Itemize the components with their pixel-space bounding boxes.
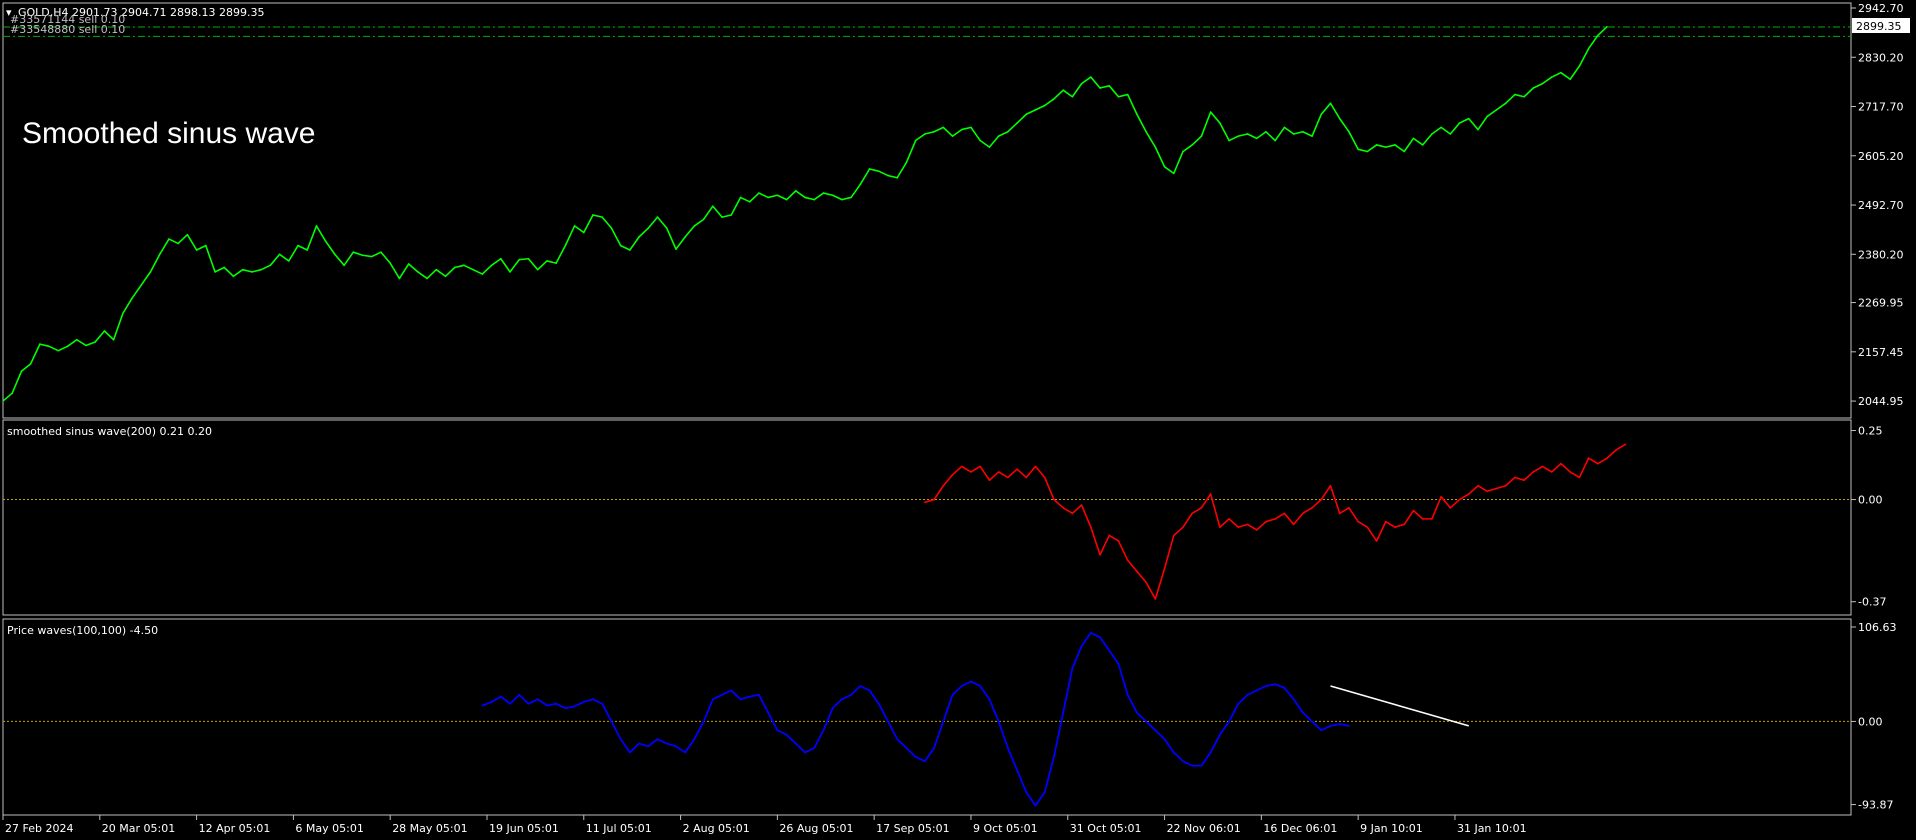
price-tick-label: 2157.45 [1858, 346, 1904, 359]
waves-tick-label: 0.00 [1858, 715, 1883, 728]
waves-pane-title: Price waves(100,100) -4.50 [7, 624, 158, 637]
sinus-tick-label: 0.25 [1858, 425, 1883, 438]
annotation-text: Smoothed sinus wave [22, 117, 316, 150]
time-tick-label: 26 Aug 05:01 [779, 822, 853, 835]
time-tick-label: 16 Dec 06:01 [1263, 822, 1337, 835]
waves-tick-label: 106.63 [1858, 621, 1897, 634]
price-tick-label: 2605.20 [1858, 150, 1904, 163]
time-tick-label: 20 Mar 05:01 [102, 822, 175, 835]
price-segment [518, 257, 530, 261]
time-tick-label: 31 Oct 05:01 [1070, 822, 1142, 835]
price-tick-label: 2044.95 [1858, 395, 1904, 408]
time-tick-label: 9 Oct 05:01 [973, 822, 1038, 835]
waves-tick-label: -93.87 [1858, 799, 1893, 812]
sinus-tick-label: 0.00 [1858, 494, 1883, 507]
time-tick-label: 19 Jun 05:01 [489, 822, 559, 835]
chart-svg[interactable]: GOLD,H4 2901.73 2904.71 2898.13 2899.35 … [0, 0, 1916, 840]
waves-pane-frame [2, 618, 1852, 816]
price-tick-label: 2269.95 [1858, 297, 1904, 310]
time-tick-label: 17 Sep 05:01 [876, 822, 949, 835]
waves-axis-ticks: 106.63 0.00 -93.87 [1851, 621, 1897, 812]
sinus-pane-frame [2, 419, 1852, 616]
sinus-pane-title: smoothed sinus wave(200) 0.21 0.20 [7, 425, 212, 438]
time-tick-label: 9 Jan 10:01 [1360, 822, 1423, 835]
time-tick-label: 31 Jan 10:01 [1457, 822, 1527, 835]
time-tick-label: 22 Nov 06:01 [1167, 822, 1241, 835]
price-tick-label: 2380.20 [1858, 248, 1904, 261]
order-label-2: #33548880 sell 0.10 [10, 23, 125, 36]
price-pane-frame [2, 2, 1852, 419]
time-tick-label: 2 Aug 05:01 [683, 822, 750, 835]
price-tick-label: 2717.70 [1858, 101, 1904, 114]
chart-window[interactable]: GOLD,H4 2901.73 2904.71 2898.13 2899.35 … [0, 0, 1916, 840]
time-axis: 27 Feb 2024 20 Mar 05:01 12 Apr 05:01 6 May… [2, 815, 1527, 835]
time-tick-label: 11 Jul 05:01 [586, 822, 652, 835]
price-tick-label: 2830.20 [1858, 51, 1904, 64]
sinus-axis-ticks: 0.25 0.00 -0.37 [1851, 425, 1886, 609]
price-tick-label: 2492.70 [1858, 199, 1904, 212]
price-axis-ticks: 2942.70 2830.20 2717.70 2605.20 2492.70 2380.… [1851, 2, 1904, 408]
time-tick-label: 12 Apr 05:01 [199, 822, 271, 835]
price-tick-label: 2942.70 [1858, 2, 1904, 15]
sinus-tick-label: -0.37 [1858, 596, 1886, 609]
last-price-label: 2899.35 [1856, 20, 1902, 33]
time-tick-label: 28 May 05:01 [392, 822, 467, 835]
time-tick-label: 6 May 05:01 [295, 822, 363, 835]
time-tick-label: 27 Feb 2024 [5, 822, 73, 835]
